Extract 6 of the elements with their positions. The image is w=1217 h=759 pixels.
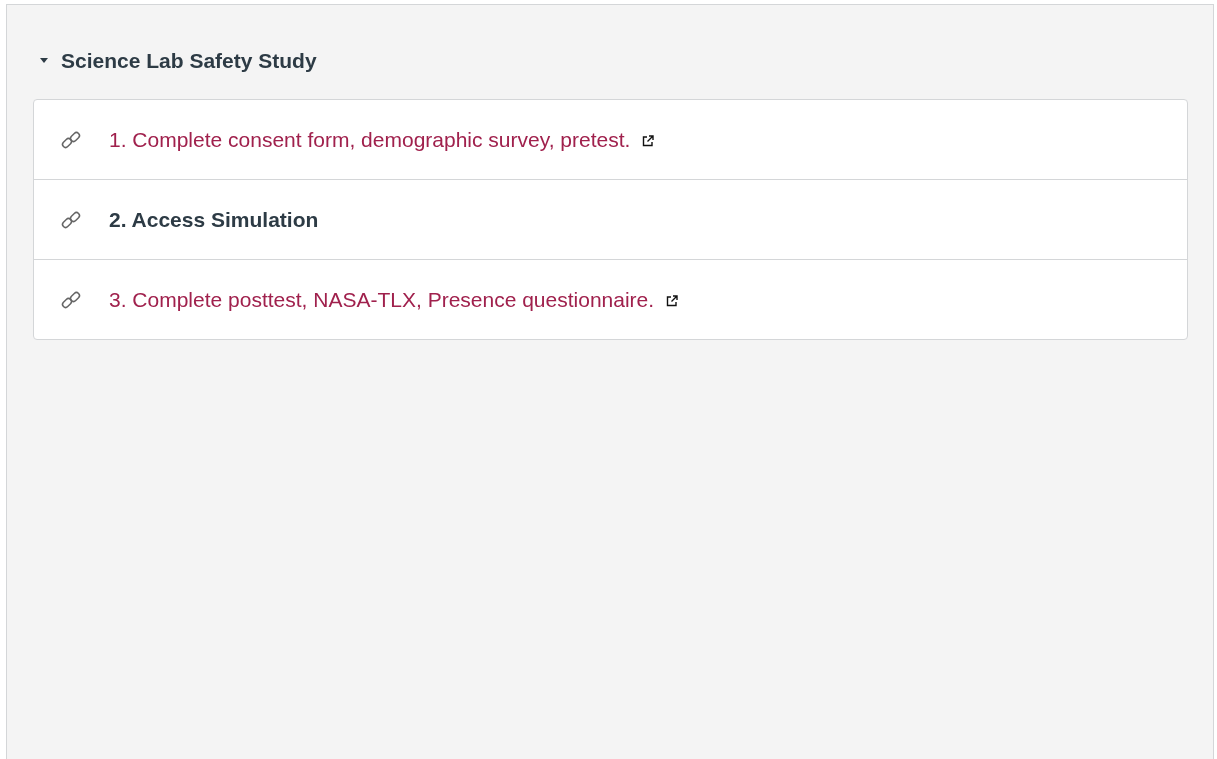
- external-link-icon: [642, 135, 655, 147]
- item-link[interactable]: 3. Complete posttest, NASA-TLX, Presence questionnaire.: [109, 287, 655, 312]
- module-title: Science Lab Safety Study: [61, 49, 317, 73]
- item-title: 2. Access Simulation: [109, 207, 319, 232]
- external-link-icon: [666, 295, 679, 307]
- item-link[interactable]: 1. Complete consent form, demographic survey, pretest.: [109, 127, 631, 152]
